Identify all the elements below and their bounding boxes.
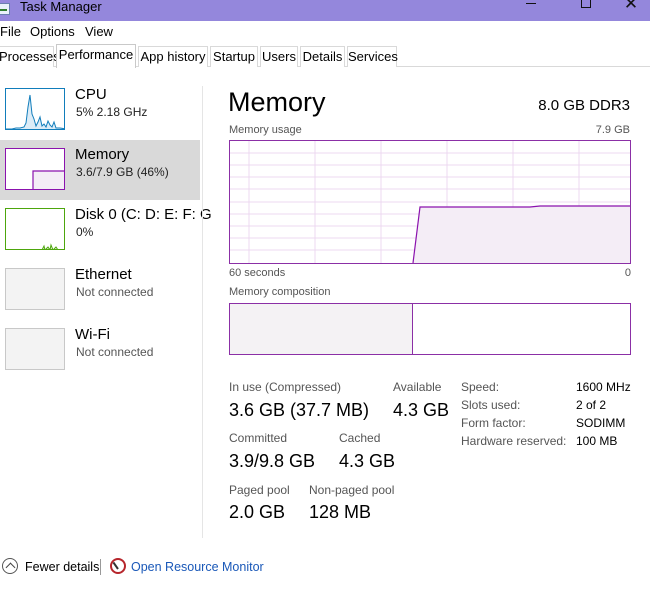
spec-form-factor-label: Form factor: <box>461 416 526 430</box>
memory-usage-plot <box>230 141 630 263</box>
cpu-thumbnail-graph <box>5 88 65 130</box>
title-bar: Task Manager ✕ <box>0 0 650 21</box>
time-axis-right: 0 <box>624 267 631 279</box>
sidebar-item-ethernet[interactable]: Ethernet Not connected <box>0 260 200 320</box>
fewer-details-button[interactable]: Fewer details <box>25 560 99 574</box>
sidebar-item-memory[interactable]: Memory 3.6/7.9 GB (46%) <box>0 140 200 200</box>
ethernet-thumbnail-graph <box>5 268 65 310</box>
chevron-up-icon[interactable] <box>2 558 18 574</box>
spec-slots-label: Slots used: <box>461 398 521 412</box>
open-resource-monitor-link[interactable]: Open Resource Monitor <box>131 560 264 574</box>
wifi-thumbnail-graph <box>5 328 65 370</box>
composition-label: Memory composition <box>229 286 331 298</box>
page-title: Memory <box>228 87 326 117</box>
memory-spec: 8.0 GB DDR3 <box>538 97 630 114</box>
memory-usage-graph <box>229 140 631 264</box>
footer-divider <box>100 559 101 575</box>
sidebar-item-label: Ethernet <box>75 266 132 283</box>
committed-value: 3.9/9.8 GB <box>229 451 316 471</box>
maximize-icon <box>581 0 591 8</box>
tab-performance[interactable]: Performance <box>56 44 136 68</box>
time-axis-left: 60 seconds <box>229 267 286 279</box>
sidebar-item-subtitle: 0% <box>76 225 94 239</box>
in-use-value: 3.6 GB (37.7 MB) <box>229 400 370 420</box>
tab-startup[interactable]: Startup <box>210 46 258 67</box>
spec-form-factor-value: SODIMM <box>576 416 626 430</box>
sidebar-item-subtitle: 3.6/7.9 GB (46%) <box>76 165 169 179</box>
cached-label: Cached <box>339 431 381 445</box>
usage-graph-max: 7.9 GB <box>595 124 630 136</box>
memory-thumbnail-graph <box>5 148 65 190</box>
sidebar-item-subtitle: 5% 2.18 GHz <box>76 105 148 119</box>
window-title: Task Manager <box>20 0 102 14</box>
composition-in-use-segment <box>230 304 413 354</box>
disk-thumbnail-graph <box>5 208 65 250</box>
non-paged-pool-label: Non-paged pool <box>309 483 395 497</box>
usage-graph-label: Memory usage <box>229 124 302 136</box>
sidebar-item-disk[interactable]: Disk 0 (C: D: E: F: G 0% <box>0 200 212 260</box>
paged-pool-value: 2.0 GB <box>229 502 286 522</box>
maximize-button[interactable] <box>563 0 609 14</box>
sidebar-item-label: Disk 0 (C: D: E: F: G <box>75 206 212 223</box>
sidebar-item-subtitle: Not connected <box>76 345 154 359</box>
sidebar-item-subtitle: Not connected <box>76 285 154 299</box>
sidebar-item-wifi[interactable]: Wi-Fi Not connected <box>0 320 200 380</box>
available-value: 4.3 GB <box>393 400 450 420</box>
resource-monitor-icon[interactable] <box>110 558 126 574</box>
tab-processes[interactable]: Processes <box>0 46 60 67</box>
close-button[interactable]: ✕ <box>608 0 650 14</box>
tab-users[interactable]: Users <box>260 46 298 67</box>
spec-slots-value: 2 of 2 <box>576 398 607 412</box>
tab-details[interactable]: Details <box>300 46 345 67</box>
sidebar-item-label: Memory <box>75 146 130 163</box>
footer-bar: Fewer details Open Resource Monitor <box>0 556 650 580</box>
sidebar-divider <box>202 86 203 538</box>
spec-speed-label: Speed: <box>461 380 500 394</box>
in-use-label: In use (Compressed) <box>229 380 342 394</box>
tab-app-history[interactable]: App history <box>138 46 208 67</box>
non-paged-pool-value: 128 MB <box>309 502 372 522</box>
task-manager-icon <box>0 3 10 15</box>
spec-hardware-reserved-value: 100 MB <box>576 434 618 448</box>
menu-view[interactable]: View <box>85 24 113 39</box>
menu-options[interactable]: Options <box>30 24 75 39</box>
menu-file[interactable]: File <box>0 24 21 39</box>
spec-speed-value: 1600 MHz <box>576 380 631 394</box>
menu-bar: File Options View <box>0 21 650 42</box>
sidebar-item-cpu[interactable]: CPU 5% 2.18 GHz <box>0 80 200 140</box>
available-label: Available <box>393 380 442 394</box>
paged-pool-label: Paged pool <box>229 483 290 497</box>
minimize-icon <box>526 3 536 4</box>
minimize-button[interactable] <box>508 0 554 14</box>
sidebar-item-label: Wi-Fi <box>75 326 110 343</box>
committed-label: Committed <box>229 431 288 445</box>
sidebar-item-label: CPU <box>75 86 107 103</box>
tab-strip: Processes Performance App history Startu… <box>0 44 650 68</box>
spec-hardware-reserved-label: Hardware reserved: <box>461 434 567 448</box>
cached-value: 4.3 GB <box>339 451 396 471</box>
memory-composition-bar <box>229 303 631 355</box>
tab-services[interactable]: Services <box>347 46 398 67</box>
